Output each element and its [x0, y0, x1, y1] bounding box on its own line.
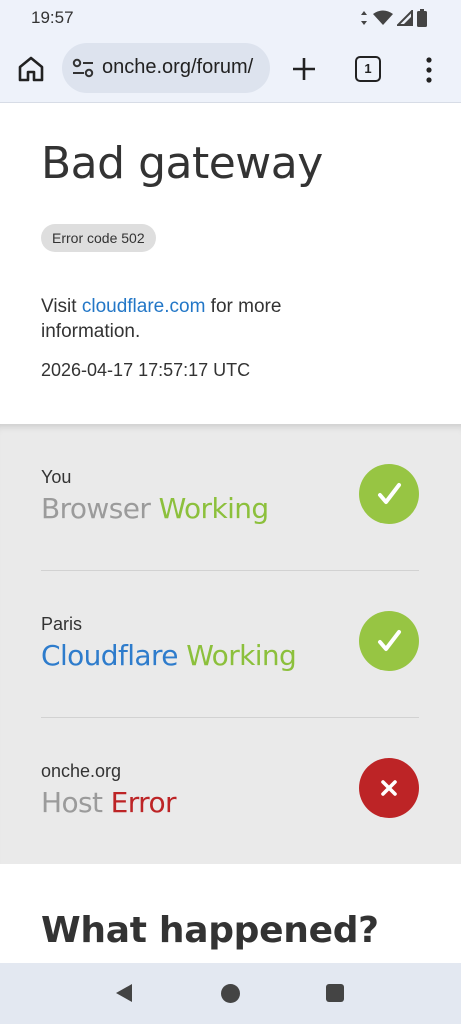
- error-header: Bad gateway Error code 502 Visit cloudfl…: [0, 104, 461, 424]
- address-bar[interactable]: onche.org/forum/: [62, 43, 270, 93]
- data-arrows-icon: [361, 11, 367, 25]
- status-row-cloudflare: Paris Cloudflare Working: [41, 571, 419, 718]
- home-circle-icon[interactable]: [221, 984, 240, 1003]
- system-nav-bar: [0, 963, 461, 1024]
- status-value: Working: [158, 492, 270, 525]
- signal-icon: [397, 10, 413, 26]
- error-timestamp: 2026-04-17 17:57:17 UTC: [41, 360, 251, 380]
- info-prefix: Visit: [41, 296, 82, 317]
- error-code-badge: Error code 502: [41, 224, 156, 252]
- status-time: 19:57: [31, 8, 74, 27]
- status-location: You: [41, 467, 72, 487]
- what-happened-section: What happened?: [0, 864, 461, 963]
- status-name-line: Browser Working: [41, 492, 269, 525]
- wifi-icon: [373, 10, 393, 25]
- status-value: Working: [186, 639, 297, 672]
- page-title: Bad gateway: [41, 138, 323, 189]
- status-icons: [359, 9, 427, 27]
- status-name: Browser: [41, 492, 151, 525]
- site-settings-icon[interactable]: [72, 58, 94, 78]
- status-location: Paris: [41, 614, 83, 634]
- home-icon[interactable]: [16, 55, 46, 83]
- status-name: Host: [41, 786, 103, 819]
- status-badge: [359, 611, 419, 671]
- check-icon: [378, 630, 401, 651]
- more-vert-icon[interactable]: [420, 55, 438, 85]
- status-name: Cloudflare: [41, 639, 179, 672]
- page-content: Bad gateway Error code 502 Visit cloudfl…: [0, 104, 461, 963]
- status-badge: [359, 758, 419, 818]
- tabs-icon[interactable]: 1: [355, 56, 381, 82]
- system-status-bar: 19:57: [0, 0, 461, 36]
- status-row-browser: You Browser Working: [41, 424, 419, 571]
- battery-icon: [417, 9, 427, 27]
- cloudflare-link[interactable]: cloudflare.com: [82, 296, 206, 317]
- url-text[interactable]: onche.org/forum/: [102, 56, 253, 79]
- status-panel: You Browser Working Paris Cloudflare Wor…: [0, 424, 461, 864]
- status-badge: [359, 464, 419, 524]
- status-row-host: onche.org Host Error: [41, 718, 419, 865]
- recents-icon[interactable]: [326, 984, 344, 1002]
- status-name-line: Cloudflare Working: [41, 639, 297, 672]
- back-icon[interactable]: [114, 983, 134, 1003]
- info-text: Visit cloudflare.com for more informatio…: [41, 294, 341, 344]
- browser-toolbar: onche.org/forum/ 1: [0, 36, 461, 103]
- section-title: What happened?: [41, 910, 379, 951]
- plus-icon[interactable]: [290, 55, 318, 83]
- status-value: Error: [110, 786, 177, 819]
- status-name-line: Host Error: [41, 786, 177, 819]
- close-icon: [381, 780, 397, 796]
- check-icon: [378, 483, 401, 504]
- status-location: onche.org: [41, 761, 122, 781]
